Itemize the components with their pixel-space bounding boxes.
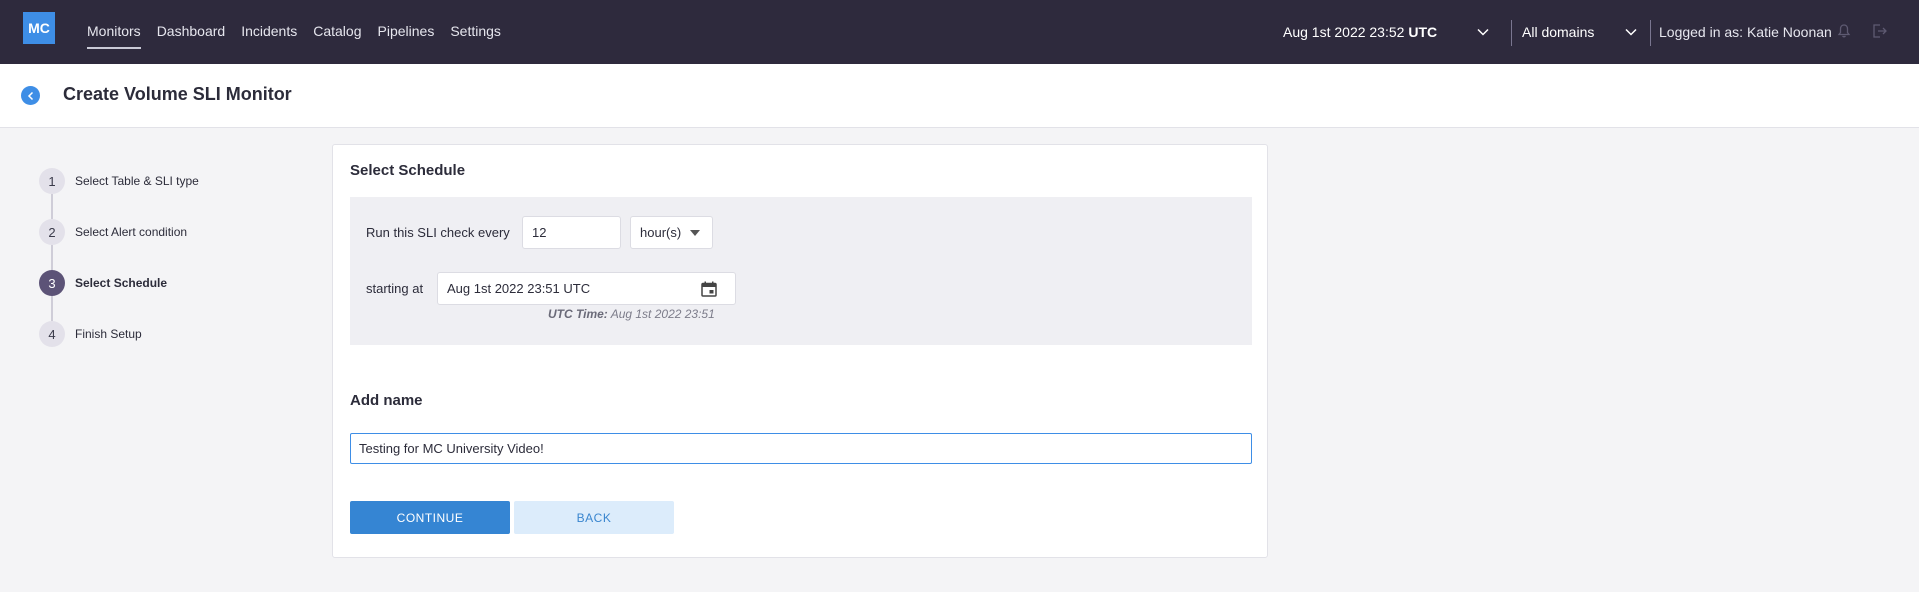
step-number: 4 <box>39 321 65 347</box>
divider <box>1511 20 1512 46</box>
step-1[interactable]: 1 Select Table & SLI type <box>39 168 259 194</box>
step-number: 2 <box>39 219 65 245</box>
domain-select-value: All domains <box>1522 24 1595 40</box>
time-display: Aug 1st 2022 23:52 <box>1283 24 1405 40</box>
chevron-left-icon <box>27 91 33 100</box>
step-label: Select Alert condition <box>75 225 188 239</box>
main-nav: Monitors Dashboard Incidents Catalog Pip… <box>87 0 517 64</box>
step-connector <box>51 245 53 270</box>
select-schedule-title: Select Schedule <box>350 162 466 179</box>
utc-time-note: UTC Time: Aug 1st 2022 23:51 <box>548 307 715 321</box>
step-2[interactable]: 2 Select Alert condition <box>39 219 259 245</box>
step-label: Finish Setup <box>75 327 142 341</box>
interval-input[interactable]: 12 <box>522 216 621 249</box>
start-datetime-value: Aug 1st 2022 23:51 UTC <box>447 281 591 296</box>
step-4[interactable]: 4 Finish Setup <box>39 321 259 347</box>
time-zone: UTC <box>1408 24 1438 40</box>
unit-select[interactable]: hour(s) <box>630 216 713 249</box>
nav-incidents[interactable]: Incidents <box>241 0 297 64</box>
step-number: 1 <box>39 168 65 194</box>
chevron-down-icon <box>1477 28 1489 36</box>
step-connector <box>51 296 53 321</box>
bell-icon[interactable] <box>1836 23 1852 39</box>
back-step-button[interactable]: BACK <box>514 501 674 534</box>
logged-in-user: Logged in as: Katie Noonan <box>1659 24 1832 40</box>
step-connector <box>51 194 53 219</box>
step-3[interactable]: 3 Select Schedule <box>39 270 259 296</box>
logout-icon[interactable] <box>1871 23 1889 39</box>
continue-button[interactable]: CONTINUE <box>350 501 510 534</box>
nav-settings[interactable]: Settings <box>450 0 501 64</box>
caret-down-icon <box>690 230 700 236</box>
page-header: Create Volume SLI Monitor <box>0 64 1919 128</box>
starting-at-label: starting at <box>366 281 424 296</box>
chevron-down-icon <box>1625 28 1637 36</box>
domain-selector[interactable]: All domains <box>1522 0 1640 64</box>
form-card: Select Schedule Run this SLI check every… <box>332 144 1268 558</box>
utc-time-prefix: UTC Time: <box>548 307 608 321</box>
run-every-label: Run this SLI check every <box>366 225 510 240</box>
start-datetime-input[interactable]: Aug 1st 2022 23:51 UTC <box>437 272 736 305</box>
step-number: 3 <box>39 270 65 296</box>
calendar-icon[interactable] <box>701 281 717 297</box>
unit-select-value: hour(s) <box>640 225 682 240</box>
nav-catalog[interactable]: Catalog <box>313 0 361 64</box>
page-title: Create Volume SLI Monitor <box>63 84 292 104</box>
nav-dashboard[interactable]: Dashboard <box>157 0 226 64</box>
mc-logo[interactable]: MC <box>23 12 55 44</box>
back-button[interactable] <box>21 86 40 105</box>
step-label: Select Schedule <box>75 276 168 290</box>
top-navigation-bar: MC Monitors Dashboard Incidents Catalog … <box>0 0 1919 64</box>
nav-monitors[interactable]: Monitors <box>87 0 141 64</box>
nav-pipelines[interactable]: Pipelines <box>378 0 435 64</box>
schedule-panel: Run this SLI check every 12 hour(s) star… <box>350 197 1252 345</box>
step-label: Select Table & SLI type <box>75 174 199 188</box>
utc-time-value: Aug 1st 2022 23:51 <box>610 307 715 321</box>
divider <box>1650 20 1651 46</box>
time-selector[interactable]: Aug 1st 2022 23:52 UTC <box>1283 0 1498 64</box>
monitor-name-input[interactable]: Testing for MC University Video! <box>350 433 1252 464</box>
add-name-title: Add name <box>350 392 423 409</box>
